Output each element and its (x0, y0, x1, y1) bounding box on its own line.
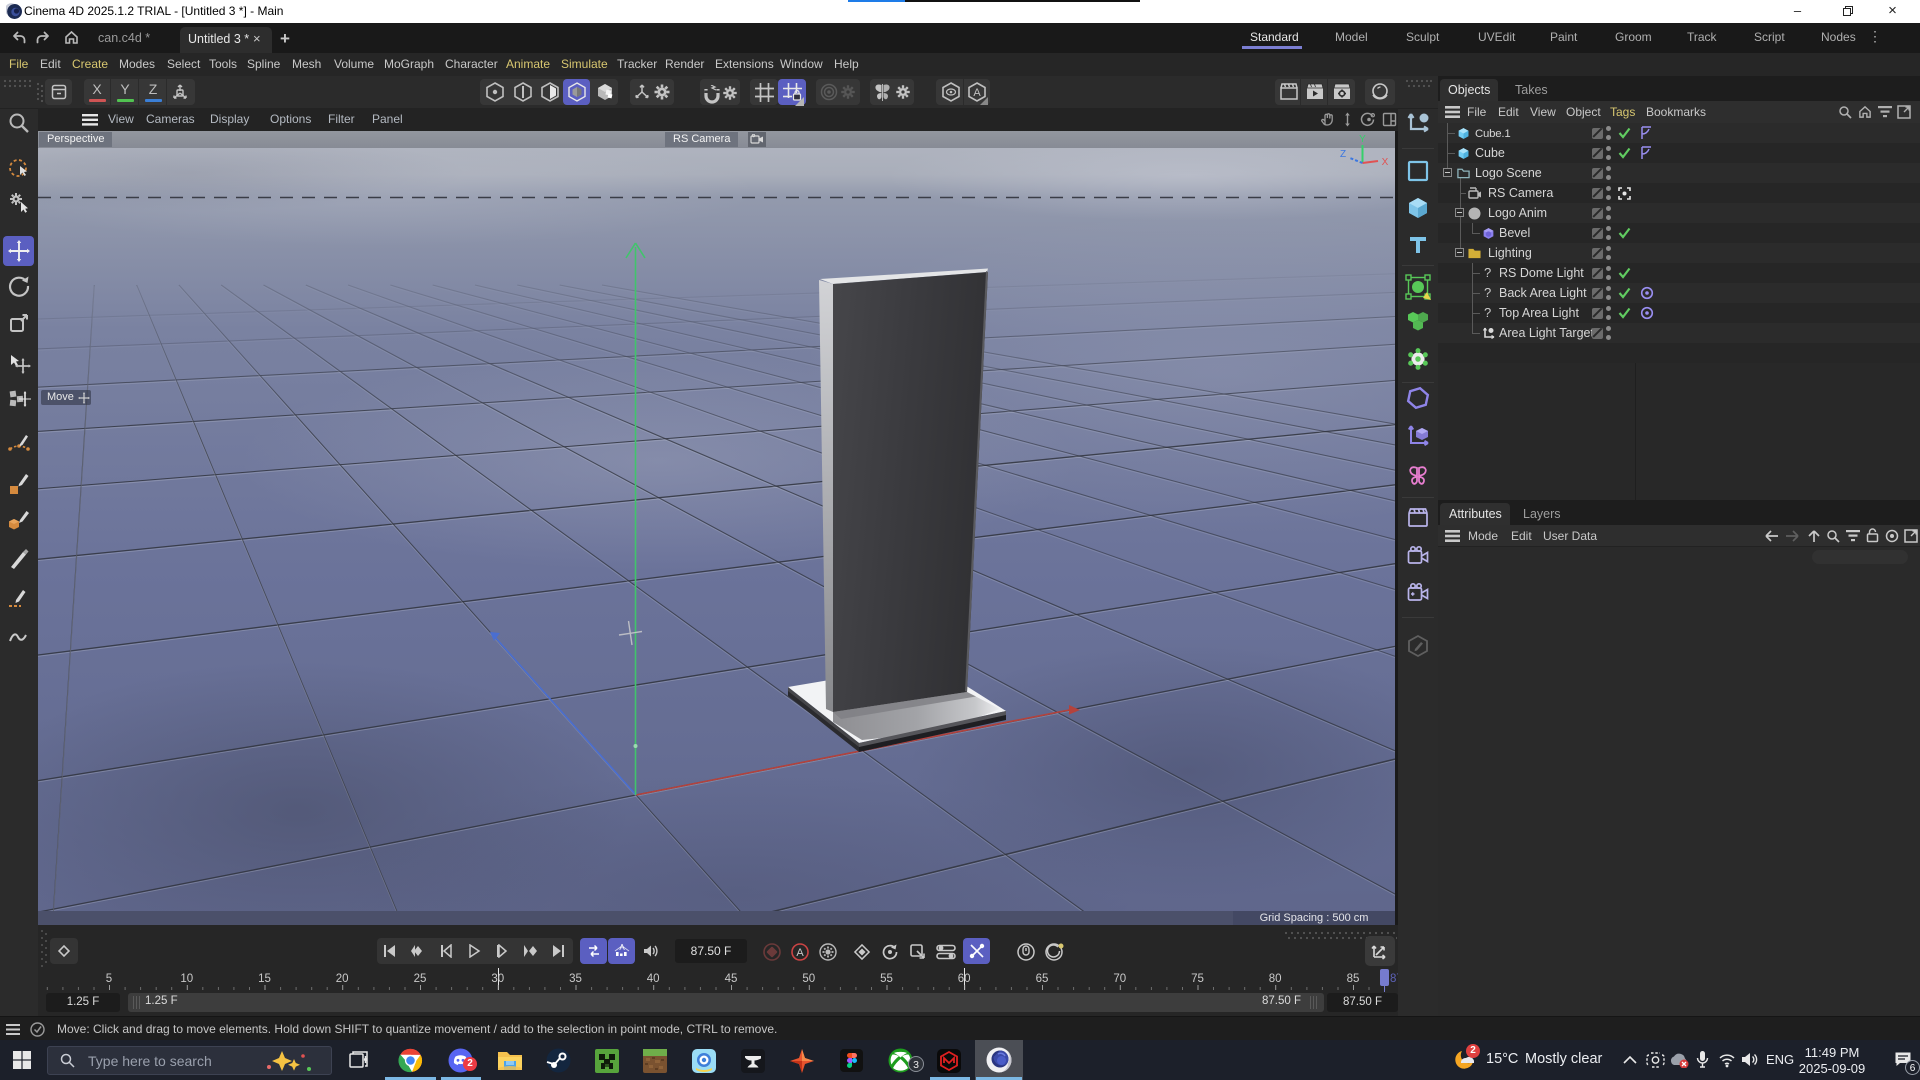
svg-text:Z: Z (1340, 149, 1346, 160)
svg-text:X: X (1382, 157, 1389, 168)
svg-text:Y: Y (1359, 134, 1366, 145)
